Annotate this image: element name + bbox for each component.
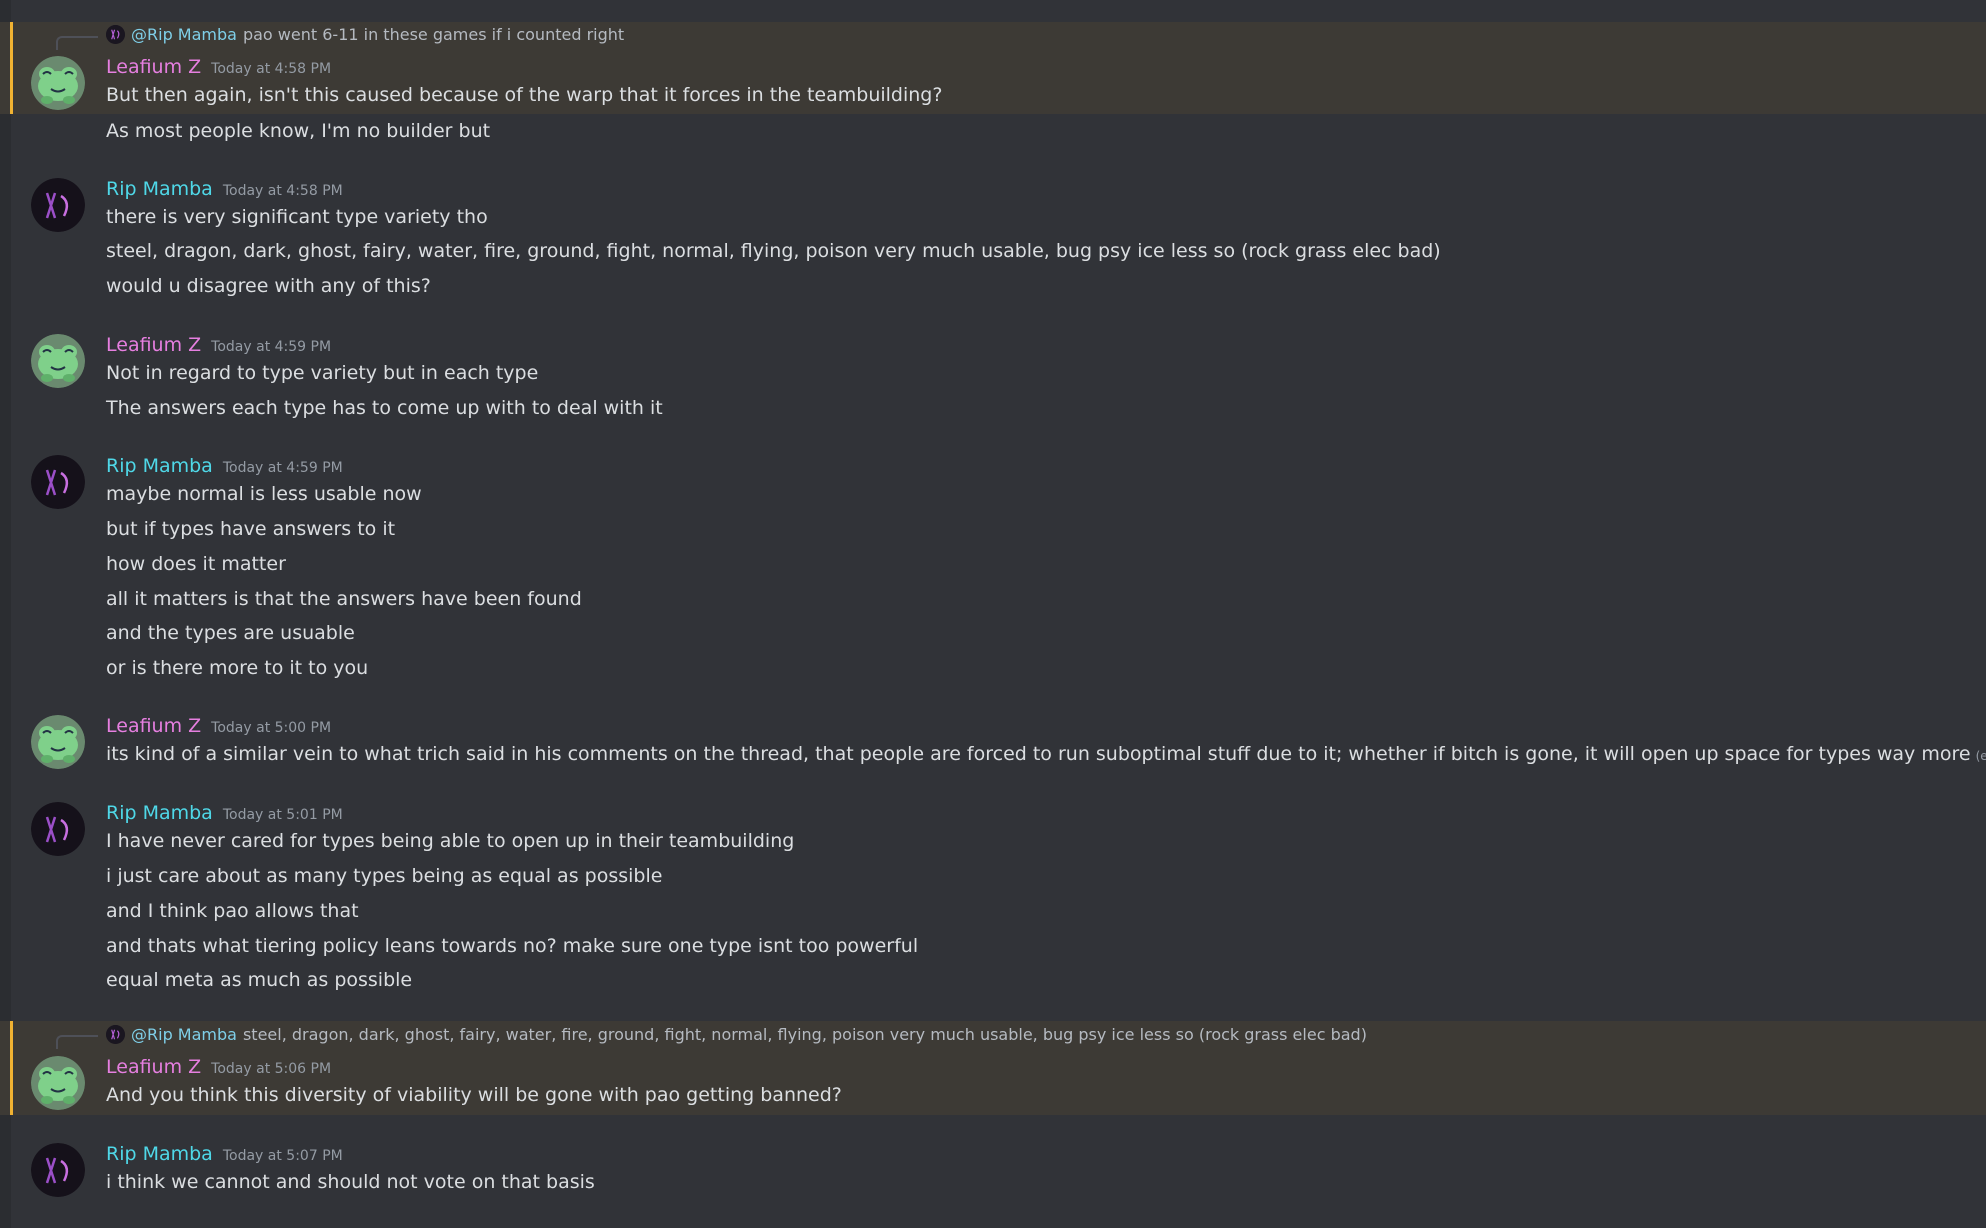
frog-avatar-icon bbox=[31, 1056, 85, 1110]
message-line: would u disagree with any of this? bbox=[106, 275, 431, 297]
username[interactable]: Rip Mamba bbox=[106, 1143, 213, 1165]
message-line: but if types have answers to it bbox=[106, 518, 396, 540]
avatar-leafium[interactable] bbox=[31, 715, 85, 769]
timestamp[interactable]: Today at 5:01 PM bbox=[223, 807, 343, 823]
message-line: Not in regard to type variety but in eac… bbox=[106, 362, 539, 384]
avatar-leafium[interactable] bbox=[31, 1056, 85, 1110]
message-line: i just care about as many types being as… bbox=[106, 865, 663, 887]
message-line: i think we cannot and should not vote on… bbox=[106, 1171, 595, 1193]
message-line: As most people know, I'm no builder but bbox=[106, 120, 491, 142]
timestamp[interactable]: Today at 5:07 PM bbox=[223, 1148, 343, 1164]
avatar-mamba[interactable] bbox=[31, 178, 85, 232]
message-group: @Rip Mamba steel, dragon, dark, ghost, f… bbox=[0, 1021, 1986, 1115]
frog-avatar-icon bbox=[31, 56, 85, 110]
chat-messages: @Rip Mamba pao went 6-11 in these games … bbox=[0, 0, 1986, 1228]
username[interactable]: Rip Mamba bbox=[106, 802, 213, 824]
reply-avatar bbox=[106, 1025, 125, 1044]
message-header: Leafium Z Today at 5:06 PM bbox=[106, 1056, 331, 1078]
timestamp[interactable]: Today at 4:59 PM bbox=[211, 339, 331, 355]
avatar-mamba[interactable] bbox=[31, 455, 85, 509]
reply-spine bbox=[56, 36, 98, 50]
reply-preview[interactable]: @Rip Mamba steel, dragon, dark, ghost, f… bbox=[106, 1025, 1367, 1044]
message-line: or is there more to it to you bbox=[106, 657, 369, 679]
username[interactable]: Leafium Z bbox=[106, 1056, 201, 1078]
edited-marker: (edited) bbox=[1975, 749, 1986, 763]
timestamp[interactable]: Today at 5:06 PM bbox=[211, 1061, 331, 1077]
message-line: equal meta as much as possible bbox=[106, 969, 413, 991]
reply-mention[interactable]: @Rip Mamba bbox=[131, 1025, 237, 1044]
mamba-avatar-icon bbox=[31, 178, 85, 232]
message-line: its kind of a similar vein to what trich… bbox=[106, 743, 1986, 765]
username[interactable]: Leafium Z bbox=[106, 56, 201, 78]
reply-mention[interactable]: @Rip Mamba bbox=[131, 25, 237, 44]
username[interactable]: Rip Mamba bbox=[106, 178, 213, 200]
username[interactable]: Leafium Z bbox=[106, 715, 201, 737]
mamba-avatar-icon bbox=[31, 802, 85, 856]
timestamp[interactable]: Today at 4:58 PM bbox=[211, 61, 331, 77]
reply-preview[interactable]: @Rip Mamba pao went 6-11 in these games … bbox=[106, 25, 624, 44]
message-line: and I think pao allows that bbox=[106, 900, 359, 922]
message-header: Rip Mamba Today at 4:58 PM bbox=[106, 178, 343, 200]
message-line: And you think this diversity of viabilit… bbox=[106, 1084, 842, 1106]
message-line: But then again, isn't this caused becaus… bbox=[106, 84, 943, 106]
message-text: its kind of a similar vein to what trich… bbox=[106, 743, 1971, 765]
message-line: and the types are usuable bbox=[106, 622, 355, 644]
frog-avatar-icon bbox=[31, 715, 85, 769]
reply-text: pao went 6-11 in these games if i counte… bbox=[242, 25, 625, 44]
timestamp[interactable]: Today at 4:59 PM bbox=[223, 460, 343, 476]
message-line: steel, dragon, dark, ghost, fairy, water… bbox=[106, 240, 1441, 262]
frog-avatar-icon bbox=[31, 334, 85, 388]
message-header: Rip Mamba Today at 4:59 PM bbox=[106, 455, 343, 477]
message-header: Leafium Z Today at 4:58 PM bbox=[106, 56, 331, 78]
message-line: I have never cared for types being able … bbox=[106, 830, 795, 852]
avatar-leafium[interactable] bbox=[31, 334, 85, 388]
message-header: Rip Mamba Today at 5:01 PM bbox=[106, 802, 343, 824]
message-line: how does it matter bbox=[106, 553, 286, 575]
username[interactable]: Leafium Z bbox=[106, 334, 201, 356]
message-header: Leafium Z Today at 4:59 PM bbox=[106, 334, 331, 356]
message-group: @Rip Mamba pao went 6-11 in these games … bbox=[0, 22, 1986, 114]
mamba-avatar-icon bbox=[31, 455, 85, 509]
mamba-avatar-icon bbox=[31, 1143, 85, 1197]
message-line: all it matters is that the answers have … bbox=[106, 588, 582, 610]
timestamp[interactable]: Today at 5:00 PM bbox=[211, 720, 331, 736]
avatar-mamba[interactable] bbox=[31, 1143, 85, 1197]
message-line: maybe normal is less usable now bbox=[106, 483, 422, 505]
reply-text: steel, dragon, dark, ghost, fairy, water… bbox=[242, 1025, 1367, 1044]
message-line: there is very significant type variety t… bbox=[106, 206, 488, 228]
avatar-mamba[interactable] bbox=[31, 802, 85, 856]
message-line: The answers each type has to come up wit… bbox=[106, 397, 663, 419]
timestamp[interactable]: Today at 4:58 PM bbox=[223, 183, 343, 199]
reply-spine bbox=[56, 1035, 98, 1049]
message-header: Leafium Z Today at 5:00 PM bbox=[106, 715, 331, 737]
avatar-leafium[interactable] bbox=[31, 56, 85, 110]
message-header: Rip Mamba Today at 5:07 PM bbox=[106, 1143, 343, 1165]
reply-avatar bbox=[106, 25, 125, 44]
message-line: and thats what tiering policy leans towa… bbox=[106, 935, 919, 957]
username[interactable]: Rip Mamba bbox=[106, 455, 213, 477]
